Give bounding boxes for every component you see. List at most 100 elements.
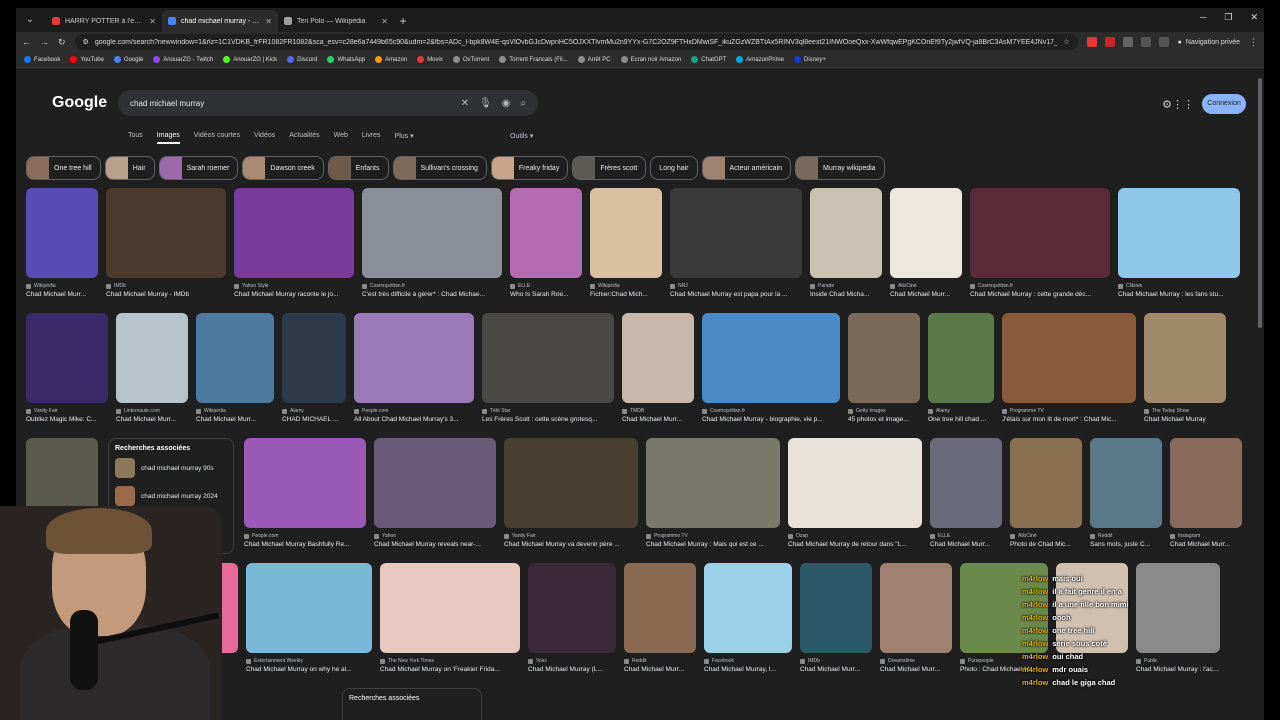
image-result[interactable]: Wikipédia Chad Michael Murr... — [26, 188, 98, 298]
refinement-chip[interactable]: Dawson creek — [242, 156, 324, 180]
related-search-item[interactable]: chad michael murray 90s — [115, 458, 227, 478]
result-title[interactable]: Sans mots, juste C... — [1090, 541, 1162, 548]
result-title[interactable]: Chad Michael Murr... — [116, 416, 188, 423]
result-title[interactable]: Chad Michael Murr... — [800, 666, 872, 673]
result-title[interactable]: Chad Michael Murray est papa pour la ... — [670, 291, 802, 298]
result-thumbnail[interactable] — [374, 438, 496, 528]
result-title[interactable]: Chad Michael Murray - biographie, vie p.… — [702, 416, 840, 423]
result-thumbnail[interactable] — [1118, 188, 1240, 278]
tab-images[interactable]: Images — [156, 132, 180, 144]
result-thumbnail[interactable] — [504, 438, 638, 528]
result-title[interactable]: Chad Michael Murr... — [196, 416, 274, 423]
forward-icon[interactable]: → — [40, 37, 49, 47]
image-result[interactable]: The New York Times Chad Michael Murray on… — [380, 563, 520, 673]
result-title[interactable]: Chad Michael Murray : les fans stu... — [1118, 291, 1240, 298]
result-thumbnail[interactable] — [702, 313, 840, 403]
result-thumbnail[interactable] — [26, 188, 98, 278]
result-title[interactable]: Chad Michael Murray de retour dans "L... — [788, 541, 922, 548]
result-title[interactable]: Chad Michael Murr... — [624, 666, 696, 673]
image-result[interactable]: Parade Inside Chad Micha... — [810, 188, 882, 298]
image-result[interactable]: AlloCiné Chad Michael Murr... — [890, 188, 962, 298]
result-thumbnail[interactable] — [646, 438, 780, 528]
image-result[interactable]: Yahoo Chad Michael Murray reveals near-..… — [374, 438, 496, 548]
image-result[interactable]: Vanity Fair Oubliez Magic Mike: C... — [26, 313, 108, 423]
result-thumbnail[interactable] — [482, 313, 614, 403]
back-icon[interactable]: ← — [22, 37, 31, 47]
image-result[interactable]: Wikipédia Fichier:Chad Mich... — [590, 188, 662, 298]
refinement-chip[interactable]: Murray wikipedia — [795, 156, 885, 180]
bookmark-item[interactable]: AnouarZG | Kick — [223, 56, 277, 63]
image-result[interactable]: Vanity Fair Chad Michael Murray va deveni… — [504, 438, 638, 548]
result-title[interactable]: One tree hill chad ... — [928, 416, 994, 423]
image-result[interactable]: AlloCiné Photo de Chad Mic... — [1010, 438, 1082, 548]
image-result[interactable]: Alamy CHAD MICHAEL ... — [282, 313, 346, 423]
image-result[interactable]: Entertainment Weekly Chad Michael Murray … — [246, 563, 372, 673]
refinement-chip[interactable]: One tree hill — [26, 156, 101, 180]
clear-icon[interactable]: ✕ — [461, 98, 469, 109]
bookmark-item[interactable]: Disney+ — [793, 56, 826, 63]
close-icon[interactable]: ✕ — [149, 17, 156, 26]
result-title[interactable]: Chad Michael Murray (L... — [528, 666, 616, 673]
refinement-chip[interactable]: Freaky friday — [490, 156, 569, 180]
tab-actualités[interactable]: Actualités — [289, 132, 319, 144]
refinement-chip[interactable]: Acteur américain — [701, 156, 792, 180]
image-result[interactable]: IMDb Chad Michael Murr... — [800, 563, 872, 673]
result-thumbnail[interactable] — [354, 313, 474, 403]
result-title[interactable]: All About Chad Michael Murray's 3... — [354, 416, 474, 423]
address-bar[interactable]: ⚙ google.com/search?newwindow=1&rlz=1C1V… — [74, 34, 1078, 50]
image-result[interactable]: IMDb Chad Michael Murray - IMDb — [106, 188, 226, 298]
image-result[interactable]: Cosmopolitan.fr Chad Michael Murray - bio… — [702, 313, 840, 423]
image-result[interactable]: ELLE Chad Michael Murr... — [930, 438, 1002, 548]
scrollbar-thumb[interactable] — [1258, 78, 1262, 328]
bookmark-item[interactable]: OxTorrent — [452, 56, 489, 63]
result-thumbnail[interactable] — [670, 188, 802, 278]
sidebar-icon[interactable] — [1140, 37, 1151, 47]
search-icon[interactable]: ⌕ — [520, 98, 526, 109]
image-result[interactable]: NRJ Chad Michael Murray est papa pour la … — [670, 188, 802, 298]
tab-google-search[interactable]: chad michael murray - Recherche ✕ — [162, 10, 278, 32]
tab-vidéos[interactable]: Vidéos — [254, 132, 275, 144]
bookmark-item[interactable]: Torrent Francais (Fil... — [499, 56, 568, 63]
result-thumbnail[interactable] — [1010, 438, 1082, 528]
result-thumbnail[interactable] — [848, 313, 920, 403]
image-result[interactable]: Dreamstime Chad Michael Murr... — [880, 563, 952, 673]
bookmark-item[interactable]: ChatGPT — [691, 56, 726, 63]
result-title[interactable]: Chad Michael Murr... — [26, 291, 98, 298]
result-thumbnail[interactable] — [106, 188, 226, 278]
tab-web[interactable]: Web — [334, 132, 348, 144]
image-result[interactable]: Reddit Chad Michael Murr... — [624, 563, 696, 673]
bookmark-star-icon[interactable]: ☆ — [1063, 38, 1069, 46]
image-result[interactable]: People.com Chad Michael Murray Bashfully … — [244, 438, 366, 548]
extensions-puzzle-icon[interactable] — [1122, 37, 1133, 47]
image-result[interactable]: ELLE Who Is Sarah Roe... — [510, 188, 582, 298]
image-result[interactable]: Wikipédia Chad Michael Murr... — [196, 313, 274, 423]
bookmark-item[interactable]: WhatsApp — [327, 56, 365, 63]
result-thumbnail[interactable] — [1090, 438, 1162, 528]
result-title[interactable]: Photo de Chad Mic... — [1010, 541, 1082, 548]
tab-search-button[interactable]: ⌄ — [20, 10, 40, 30]
result-thumbnail[interactable] — [234, 188, 354, 278]
result-title[interactable]: J'étais sur mon lit de mort* : Chad Mic.… — [1002, 416, 1136, 423]
result-thumbnail[interactable] — [788, 438, 922, 528]
result-thumbnail[interactable] — [624, 563, 696, 653]
tab-teri-polo[interactable]: Teri Polo — Wikipédia ✕ — [278, 10, 394, 32]
image-result[interactable]: TMDB Chad Michael Murr... — [622, 313, 694, 423]
result-thumbnail[interactable] — [510, 188, 582, 278]
image-result[interactable]: Ozap Chad Michael Murray de retour dans "… — [788, 438, 922, 548]
tab-harry-potter[interactable]: HARRY POTTER à l'école des sorciers ✕ — [46, 10, 162, 32]
result-thumbnail[interactable] — [1002, 313, 1136, 403]
image-result[interactable]: Yahoo Style Chad Michael Murray raconte l… — [234, 188, 354, 298]
result-title[interactable]: Chad Michael Murr... — [880, 666, 952, 673]
result-title[interactable]: Chad Michael Murray - IMDb — [106, 291, 226, 298]
image-result[interactable]: Voici Chad Michael Murray (L... — [528, 563, 616, 673]
result-title[interactable]: Chad Michael Murray : cette grande déc..… — [970, 291, 1110, 298]
bookmark-item[interactable]: Arrêt PC — [577, 56, 611, 63]
refinement-chip[interactable]: Hair — [104, 156, 155, 180]
result-title[interactable]: Chad Michael Murray : Mais qui est ce ..… — [646, 541, 780, 548]
bookmark-item[interactable]: Discord — [287, 56, 317, 63]
result-title[interactable]: Chad Michael Murray va devenir père ... — [504, 541, 638, 548]
result-thumbnail[interactable] — [880, 563, 952, 653]
refinement-chip[interactable]: Enfants — [327, 156, 389, 180]
tab-plus[interactable]: Plus ▾ — [395, 132, 414, 144]
bookmark-item[interactable]: Ecran noir Amazon — [620, 56, 681, 63]
